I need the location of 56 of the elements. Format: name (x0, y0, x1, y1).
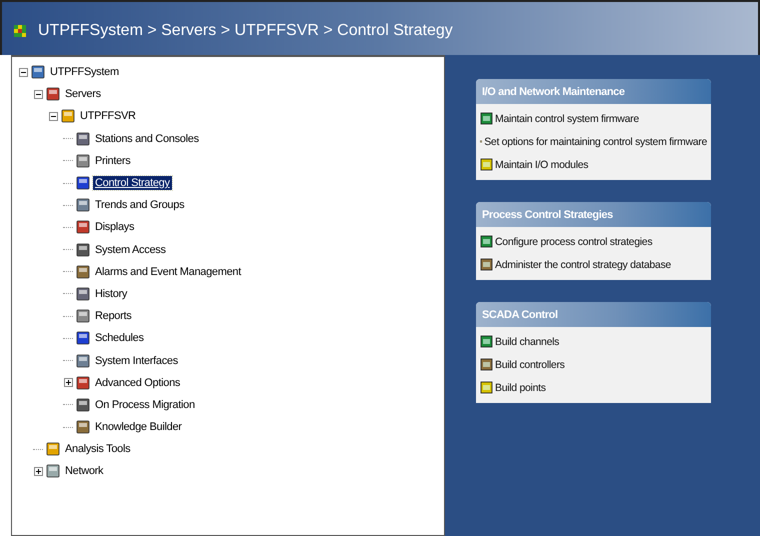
node-icon (76, 354, 90, 368)
tree-item[interactable]: Trends and Groups (93, 198, 186, 212)
tree-item[interactable]: Advanced Options (93, 376, 182, 390)
tree-item[interactable]: Stations and Consoles (93, 132, 201, 146)
tree-item[interactable]: System Interfaces (93, 354, 180, 368)
node-icon (76, 176, 90, 190)
collapse-toggle[interactable] (48, 111, 58, 122)
node-icon (76, 331, 90, 346)
tree-item[interactable]: Printers (93, 154, 132, 168)
task-link[interactable]: Set options for maintaining control system firmware (484, 136, 707, 148)
node-icon (76, 398, 90, 412)
expand-toggle[interactable] (63, 378, 73, 388)
node-icon (46, 464, 60, 478)
node-icon (76, 309, 90, 324)
node-icon (76, 154, 90, 168)
node-icon (76, 198, 90, 212)
node-icon (76, 286, 90, 301)
tree-item[interactable]: Knowledge Builder (93, 420, 184, 434)
node-icon (76, 420, 90, 434)
node-icon (76, 242, 90, 257)
collapse-toggle[interactable] (18, 67, 28, 78)
tree-item[interactable]: On Process Migration (93, 398, 197, 412)
tree-item[interactable]: Displays (93, 220, 136, 234)
task-link[interactable]: Configure process control strategies (495, 236, 652, 248)
tree-item[interactable]: Analysis Tools (63, 442, 132, 456)
tree-item[interactable]: Network (63, 464, 106, 478)
tree-item[interactable]: Alarms and Event Management (93, 264, 243, 279)
tree-item[interactable]: UTPFFSystem (48, 65, 121, 80)
task-link[interactable]: Build points (495, 382, 546, 394)
window-title: UTPFFSystem > Servers > UTPFFSVR > Control Strategy (38, 22, 453, 40)
tree-item[interactable]: Reports (93, 309, 134, 324)
task-link[interactable]: Build controllers (495, 358, 565, 370)
tree-item[interactable]: Schedules (93, 331, 146, 346)
task-link[interactable]: Maintain I/O modules (495, 158, 588, 170)
node-icon (76, 376, 90, 390)
node-icon (46, 87, 60, 102)
card-title: I/O and Network Maintenance (482, 86, 625, 98)
node-icon (61, 109, 75, 124)
node-icon (76, 264, 90, 279)
task-link[interactable]: Administer the control strategy database (495, 258, 671, 270)
node-icon (31, 65, 45, 80)
node-icon (76, 220, 90, 234)
expand-toggle[interactable] (33, 466, 43, 476)
task-link[interactable]: Build channels (495, 336, 560, 348)
grid-icon (14, 24, 26, 36)
collapse-toggle[interactable] (33, 89, 43, 100)
tree-item[interactable]: Servers (63, 87, 103, 102)
node-icon (46, 442, 60, 456)
card-title: SCADA Control (482, 308, 558, 320)
tree-item[interactable]: Control Strategy (93, 176, 172, 190)
node-icon (76, 132, 90, 146)
tree-item[interactable]: System Access (93, 242, 168, 257)
task-link[interactable]: Maintain control system firmware (495, 112, 639, 124)
card-title: Process Control Strategies (482, 208, 613, 220)
tree-item[interactable]: History (93, 286, 130, 301)
tree-item[interactable]: UTPFFSVR (78, 109, 138, 124)
